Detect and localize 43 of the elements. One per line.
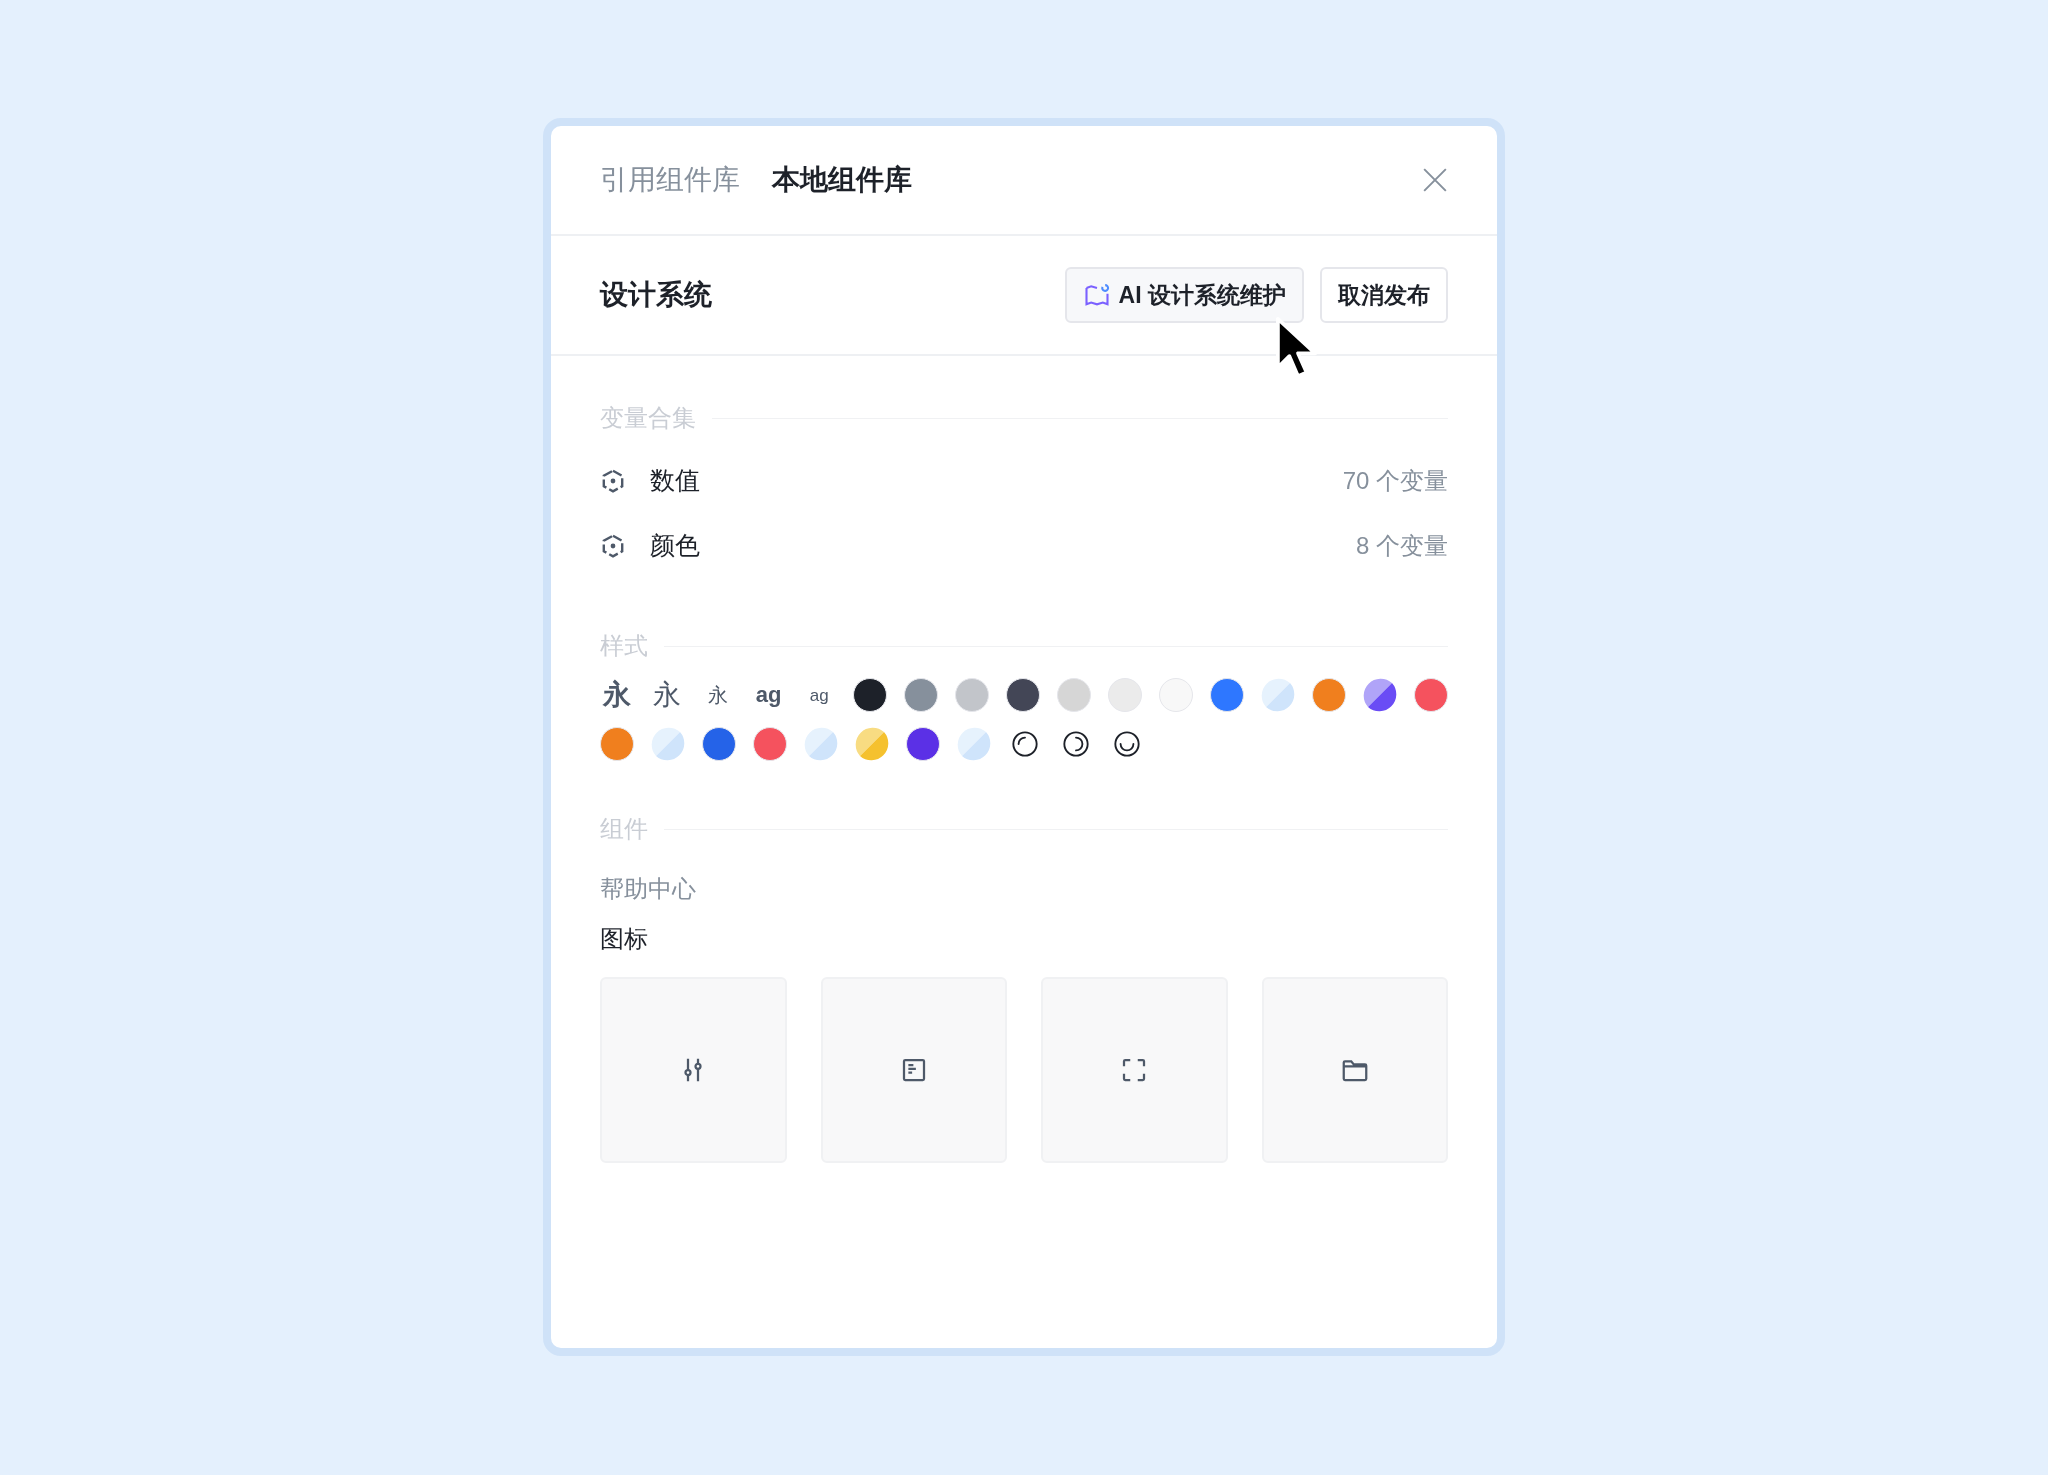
effect-style-icon[interactable] [1011, 730, 1039, 758]
color-swatch[interactable] [1260, 678, 1295, 712]
collection-name: 数值 [650, 464, 700, 496]
color-swatch[interactable] [1209, 678, 1244, 712]
color-swatch[interactable] [1005, 678, 1040, 712]
unpublish-button[interactable]: 取消发布 [1320, 267, 1448, 323]
color-swatch[interactable] [1107, 678, 1142, 712]
text-style-sample[interactable]: 永 [708, 685, 728, 705]
variable-count: 70 个变量 [1342, 465, 1448, 496]
effect-style-icon[interactable] [1113, 730, 1141, 758]
variable-collection-row[interactable]: 数值 70 个变量 [600, 448, 1448, 513]
color-swatch[interactable] [1311, 678, 1346, 712]
ai-book-icon [1082, 281, 1111, 309]
color-swatch[interactable] [600, 727, 634, 761]
collection-name: 颜色 [650, 529, 700, 561]
close-icon[interactable] [1422, 167, 1448, 193]
color-swatch[interactable] [855, 727, 889, 761]
color-swatch[interactable] [1362, 678, 1397, 712]
variable-icon [600, 467, 626, 494]
ai-maintenance-button[interactable]: AI 设计系统维护 [1064, 267, 1304, 323]
component-group[interactable]: 图标 [600, 921, 1448, 957]
variable-icon [600, 532, 626, 559]
color-swatch[interactable] [1413, 678, 1448, 712]
color-swatch[interactable] [702, 727, 736, 761]
library-title: 设计系统 [600, 278, 712, 312]
color-swatch[interactable] [804, 727, 838, 761]
color-swatch[interactable] [651, 727, 685, 761]
color-swatch[interactable] [753, 727, 787, 761]
text-style-sample[interactable]: ag [755, 684, 782, 706]
color-swatch[interactable] [906, 727, 940, 761]
library-tab[interactable]: 本地组件库 [772, 159, 912, 201]
color-swatch[interactable] [1056, 678, 1091, 712]
color-swatch[interactable] [957, 727, 991, 761]
effect-style-icon[interactable] [1062, 730, 1090, 758]
variable-count: 8 个变量 [1356, 530, 1448, 561]
text-style-sample[interactable]: 永 [653, 681, 682, 709]
color-swatch[interactable] [954, 678, 989, 712]
text-style-sample[interactable]: 永 [602, 681, 631, 709]
color-swatch[interactable] [903, 678, 938, 712]
text-style-sample[interactable]: ag [809, 686, 829, 704]
variable-collection-row[interactable]: 颜色 8 个变量 [600, 513, 1448, 578]
color-swatch[interactable] [852, 678, 887, 712]
color-swatch[interactable] [1158, 678, 1193, 712]
